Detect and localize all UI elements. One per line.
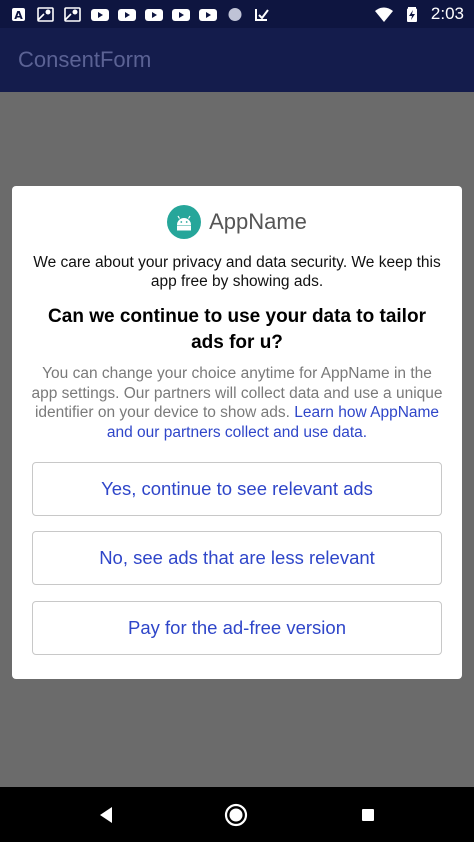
consent-no-button[interactable]: No, see ads that are less relevant <box>32 531 442 585</box>
ad-free-button[interactable]: Pay for the ad-free version <box>32 601 442 655</box>
app-bar: ConsentForm <box>0 28 474 92</box>
clock: 2:03 <box>430 4 464 23</box>
wifi-icon <box>374 7 393 22</box>
app-title: ConsentForm <box>18 47 152 72</box>
youtube-icon <box>145 7 163 22</box>
navigation-bar <box>0 787 474 842</box>
home-icon[interactable] <box>222 801 250 829</box>
system-status-icons: 2:03 <box>374 4 464 24</box>
status-bar: A 2:03 <box>0 0 474 28</box>
consent-question: Can we continue to use your data to tail… <box>48 306 426 353</box>
maps-icon <box>64 6 82 22</box>
a-box-icon: A <box>10 7 28 22</box>
svg-text:A: A <box>14 9 23 22</box>
back-icon[interactable] <box>92 801 120 829</box>
circle-icon <box>226 7 244 22</box>
youtube-icon <box>118 7 136 22</box>
battery-charging-icon <box>403 6 421 22</box>
youtube-icon <box>91 7 109 22</box>
notification-icons: A <box>10 6 271 22</box>
dialog-header: AppName <box>12 205 462 239</box>
details-text: You can change your choice anytime for A… <box>30 364 444 442</box>
youtube-icon <box>199 7 217 22</box>
intro-text: We care about your privacy and data secu… <box>33 254 441 290</box>
recents-icon[interactable] <box>354 801 382 829</box>
check-icon <box>253 7 271 22</box>
consent-yes-button[interactable]: Yes, continue to see relevant ads <box>32 462 442 516</box>
maps-icon <box>37 6 55 22</box>
app-name: AppName <box>209 209 307 234</box>
consent-dialog: AppName We care about your privacy and d… <box>12 186 462 679</box>
youtube-icon <box>172 7 190 22</box>
android-icon <box>167 205 202 239</box>
